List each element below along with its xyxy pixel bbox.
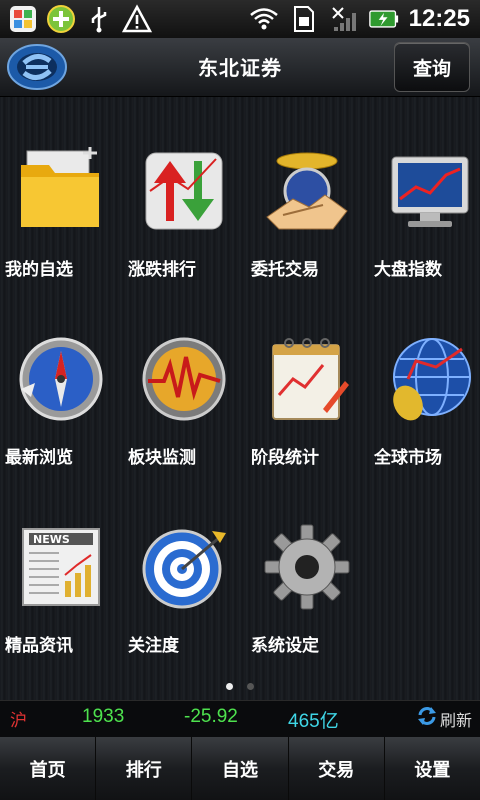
grid-item-label: 涨跌排行 [128,260,196,280]
query-button[interactable]: 查询 [394,42,470,92]
updown-arrows-icon [140,147,228,235]
status-bar: 12:25 [0,0,480,38]
grid-item-trade[interactable]: 委托交易 [251,97,363,280]
grid-item-watchlist[interactable]: 我的自选 [5,97,117,280]
grid-item-label: 关注度 [128,636,179,656]
tab-settings[interactable]: 设置 [385,737,480,800]
grid-item-news[interactable]: NEWS 精品资讯 [5,473,117,656]
grid-item-label: 精品资讯 [5,636,73,656]
grid-item-attention[interactable]: 关注度 [128,473,240,656]
wifi-icon [249,4,279,34]
globe-icon [386,335,474,423]
gear-icon [263,523,351,611]
grid-item-label: 系统设定 [251,636,319,656]
tab-ranking[interactable]: 排行 [96,737,193,800]
tab-home[interactable]: 首页 [0,737,97,800]
grid-item-global-market[interactable]: 全球市场 [374,285,480,468]
grid-item-label: 委托交易 [251,260,319,280]
grid-item-settings[interactable]: 系统设定 [251,473,363,656]
index-change: -25.92 [184,706,238,727]
title-bar: 东北证券 查询 [0,38,480,97]
newspaper-icon: NEWS [17,523,105,611]
page-dot [247,683,254,690]
main-grid-area: 我的自选 涨跌排行 委托交易 大盘指数 最新浏览 板块监测 阶段统计 全球市场 … [0,97,480,700]
pulse-gauge-icon [140,335,228,423]
grid-item-market-index[interactable]: 大盘指数 [374,97,480,280]
page-indicator [0,683,480,690]
grid-item-label: 全球市场 [374,448,442,468]
warning-icon [122,4,152,34]
no-signal-icon [329,4,359,34]
refresh-icon [416,705,438,733]
grid-item-ranking[interactable]: 涨跌排行 [128,97,240,280]
grid-item-recent[interactable]: 最新浏览 [5,285,117,468]
grid-item-label: 我的自选 [5,260,73,280]
refresh-button[interactable]: 刷新 [416,705,472,733]
grid-item-sector-monitor[interactable]: 板块监测 [128,285,240,468]
grid-item-label: 最新浏览 [5,448,73,468]
target-icon [140,523,228,611]
bottom-tab-bar: 首页 排行 自选 交易 设置 [0,737,480,800]
battery-charging-icon [368,4,399,34]
compass-icon [17,335,105,423]
add-notification-icon [46,4,76,34]
monitor-chart-icon [386,147,474,235]
clock: 12:25 [408,5,470,32]
page-dot-active [226,683,233,690]
grid-item-label: 阶段统计 [251,448,319,468]
app-store-icon [8,4,38,34]
tab-trade[interactable]: 交易 [289,737,385,800]
market-label: 沪 [10,711,27,730]
usb-icon [84,4,114,34]
grid-item-period-stats[interactable]: 阶段统计 [251,285,363,468]
notepad-chart-icon [263,335,351,423]
tab-watchlist[interactable]: 自选 [192,737,289,800]
svg-text:NEWS: NEWS [33,533,70,546]
index-value: 1933 [82,706,125,727]
market-ticker: 沪 1933 -25.92 465亿 刷新 [0,700,480,738]
trade-volume: 465亿 [288,711,339,732]
grid-item-label: 板块监测 [128,448,196,468]
sim-card-icon [289,4,319,34]
refresh-label: 刷新 [440,711,473,730]
folder-icon [17,147,105,235]
grid-item-label: 大盘指数 [374,260,442,280]
handshake-icon [263,147,351,235]
